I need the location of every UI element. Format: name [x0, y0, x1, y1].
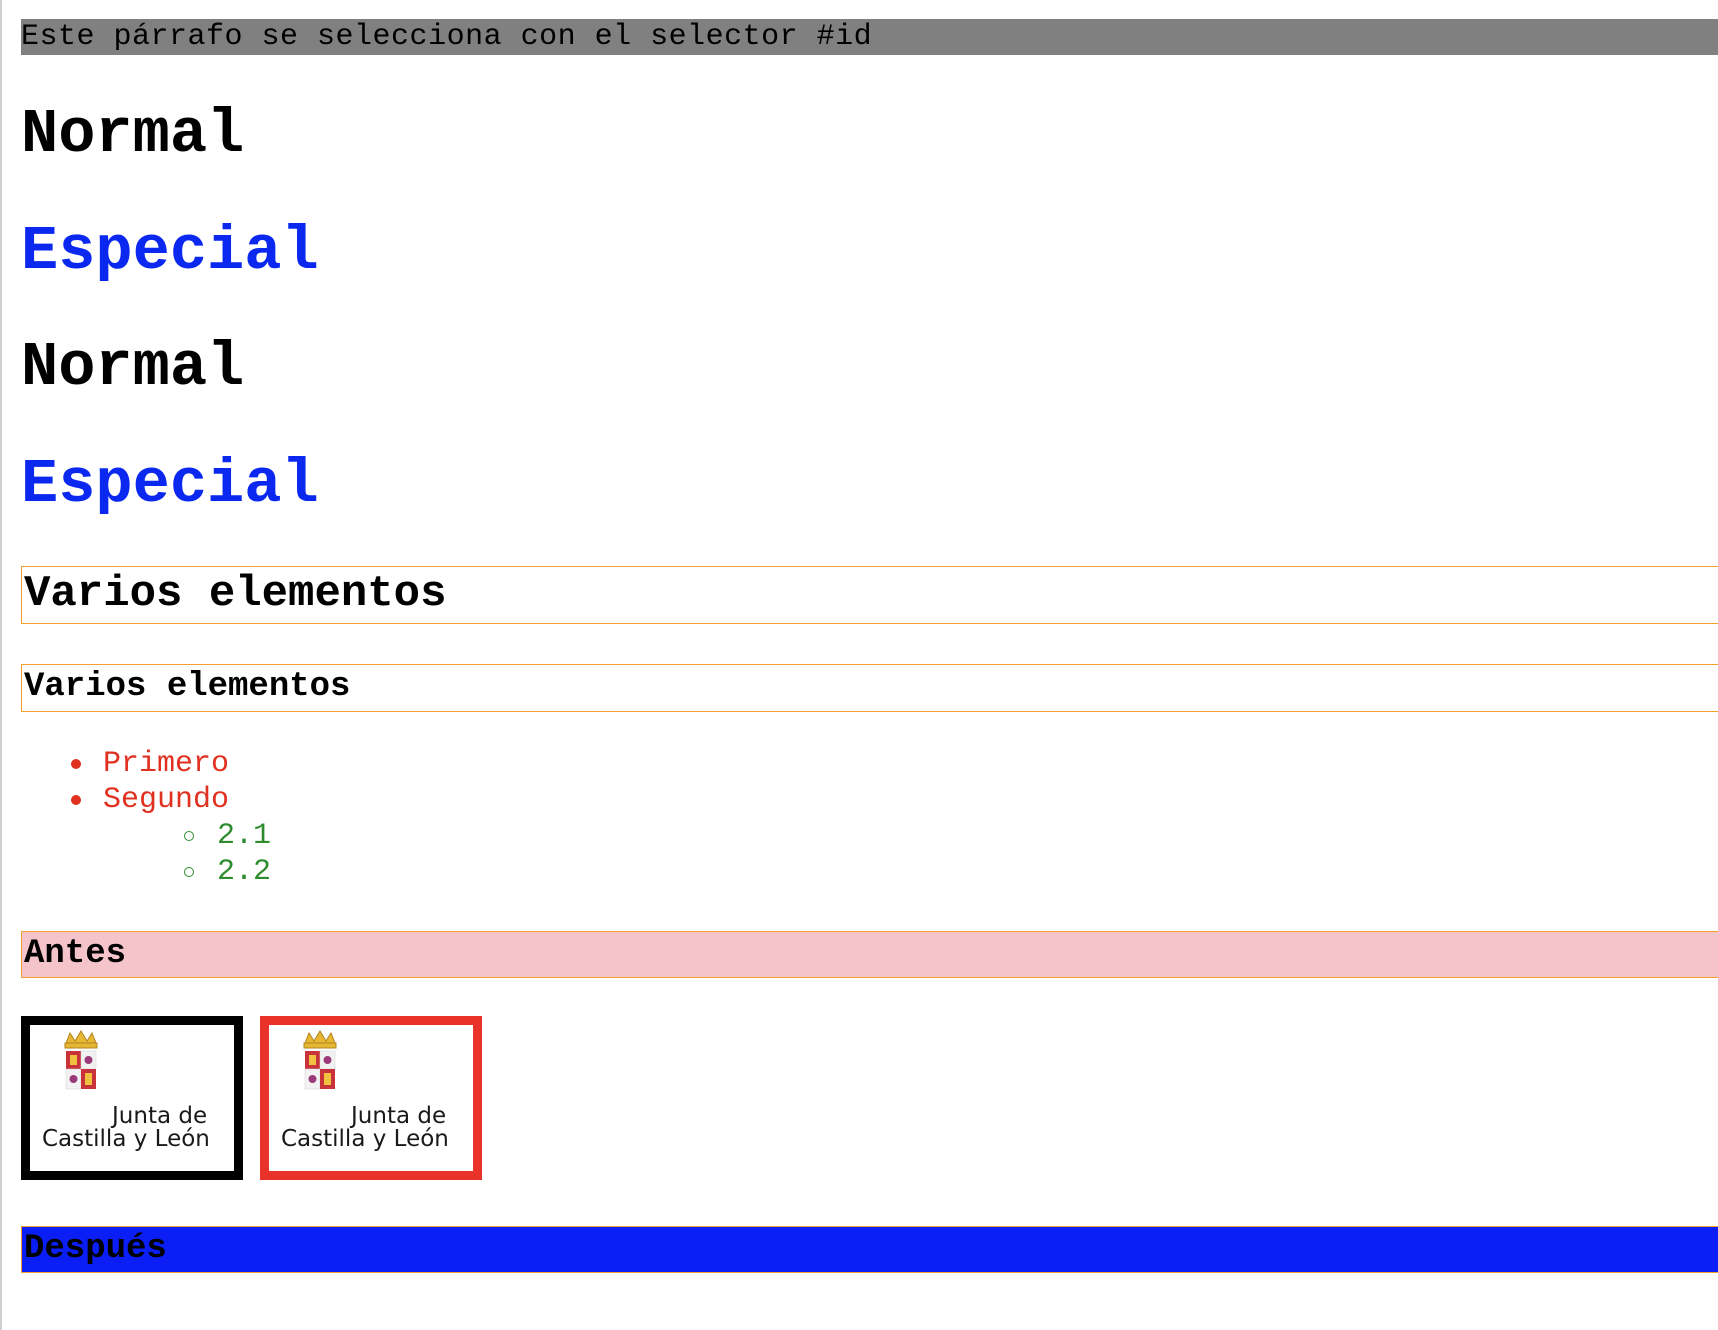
nested-list-item-label: 2.2 — [217, 855, 272, 889]
nested-list-item: 2.2 — [103, 854, 271, 890]
nested-list-item: 2.1 — [103, 818, 271, 854]
id-selected-paragraph: Este párrafo se selecciona con el select… — [21, 19, 1718, 55]
list-item-label: Segundo — [103, 783, 230, 817]
bullet-disc-icon — [71, 795, 81, 805]
nested-list: 2.1 2.2 — [103, 818, 271, 890]
heading-especial-1: Especial — [21, 216, 319, 287]
list-item: Segundo 2.1 2.2 — [69, 782, 271, 890]
bullet-list: Primero Segundo 2.1 2.2 — [69, 746, 271, 890]
logo-text-line1: Junta de — [351, 1103, 447, 1129]
logo-text-line1: Junta de — [112, 1103, 208, 1129]
logo-image-black-border: Junta de Castilla y León — [21, 1016, 243, 1180]
heading-normal-1: Normal — [21, 99, 245, 170]
logo-image-red-border: Junta de Castilla y León — [260, 1016, 482, 1180]
logo-text-line2: Castilla y León — [281, 1126, 449, 1152]
heading-especial-2: Especial — [21, 449, 319, 520]
logo-text-line2: Castilla y León — [42, 1126, 210, 1152]
varios-elementos-h2: Varios elementos — [21, 566, 1718, 624]
list-item-label: Primero — [103, 747, 230, 781]
heading-normal-2: Normal — [21, 332, 245, 403]
nested-list-item-label: 2.1 — [217, 819, 272, 853]
bullet-disc-icon — [71, 759, 81, 769]
bullet-circle-icon — [184, 867, 194, 877]
varios-elementos-h3: Varios elementos — [21, 664, 1718, 712]
antes-heading: Antes — [21, 931, 1718, 978]
list-item: Primero — [69, 746, 271, 782]
despues-heading: Después — [21, 1226, 1718, 1273]
page: Este párrafo se selecciona con el select… — [0, 0, 1718, 1330]
bullet-circle-icon — [184, 831, 194, 841]
